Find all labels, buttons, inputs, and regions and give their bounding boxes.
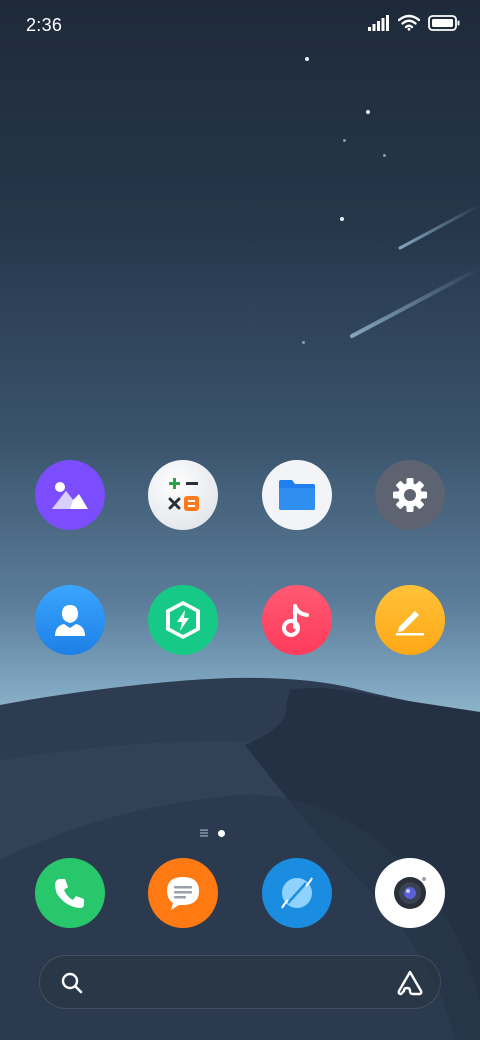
app-notes[interactable] <box>375 585 445 655</box>
signal-icon <box>368 14 389 31</box>
app-settings[interactable] <box>375 460 445 530</box>
search-icon[interactable] <box>60 971 84 995</box>
wifi-icon <box>398 14 420 31</box>
music-note-icon <box>282 604 309 637</box>
calculator-icon <box>168 478 199 511</box>
home-screen: 2:36 <box>0 0 480 1040</box>
status-bar: 2:36 <box>0 0 480 50</box>
message-icon <box>167 877 199 910</box>
dock-camera[interactable] <box>375 858 445 928</box>
folder-icon <box>279 480 315 510</box>
assistant-icon[interactable] <box>396 969 424 997</box>
battery-icon <box>428 14 460 31</box>
app-gallery[interactable] <box>35 460 105 530</box>
search-bar[interactable] <box>39 955 441 1009</box>
clock: 2:36 <box>26 15 63 35</box>
camera-icon <box>394 877 426 909</box>
pencil-icon <box>396 611 424 636</box>
contact-icon <box>55 605 85 636</box>
gallery-icon <box>52 482 88 509</box>
app-music[interactable] <box>262 585 332 655</box>
page-indicator[interactable] <box>200 829 225 837</box>
phone-icon <box>55 879 84 908</box>
app-calculator[interactable] <box>148 460 218 530</box>
gear-icon <box>393 478 427 512</box>
search-input[interactable] <box>96 970 370 996</box>
shield-bolt-icon <box>166 601 200 639</box>
dock-phone[interactable] <box>35 858 105 928</box>
app-file-manager[interactable] <box>262 460 332 530</box>
page-indicator-inactive[interactable] <box>200 829 208 837</box>
dock-messages[interactable] <box>148 858 218 928</box>
globe-icon <box>281 877 313 909</box>
dock-browser[interactable] <box>262 858 332 928</box>
app-contacts[interactable] <box>35 585 105 655</box>
page-indicator-active[interactable] <box>218 829 225 837</box>
app-phone-manager[interactable] <box>148 585 218 655</box>
